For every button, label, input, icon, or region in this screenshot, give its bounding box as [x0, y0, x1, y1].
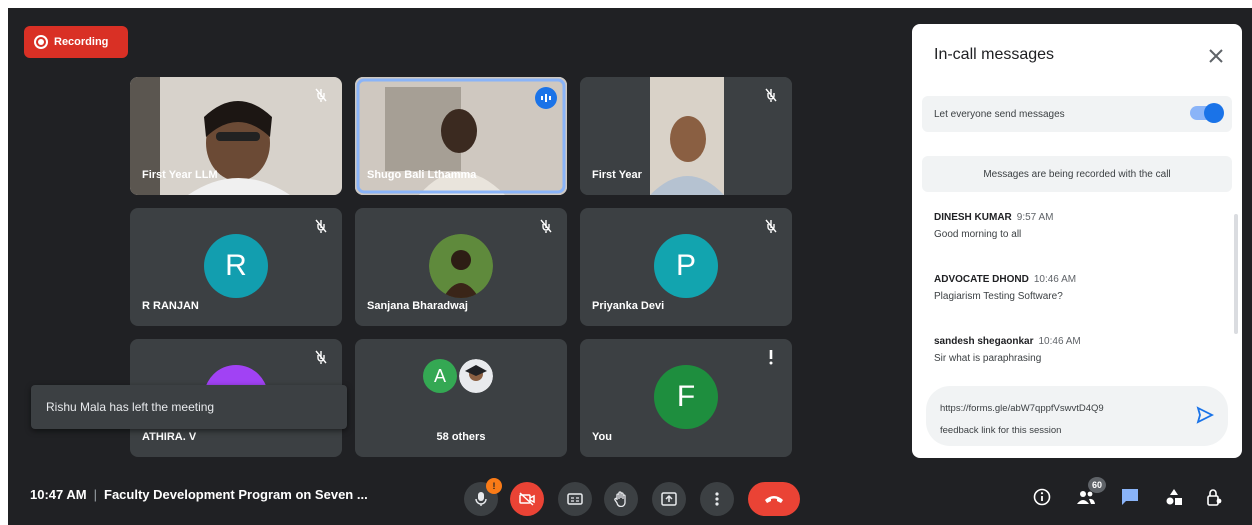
participant-tile[interactable]: P Priyanka Devi	[580, 208, 792, 326]
speaking-icon	[535, 87, 557, 109]
meet-stage: Recording First Year LLM Shugo Bali Ltha…	[8, 8, 1252, 525]
message-time: 10:46 AM	[1033, 274, 1077, 285]
lock-person-icon	[1207, 489, 1222, 506]
message-time: 9:57 AM	[1016, 212, 1054, 223]
chat-message: DINESH KUMAR 9:57 AM Good morning to all	[934, 212, 1053, 240]
chat-message: sandesh shegaonkar 10:46 AM Sir what is p…	[934, 336, 1081, 364]
camera-off-icon	[519, 492, 535, 506]
recording-notice: Messages are being recorded with the cal…	[922, 156, 1232, 192]
present-icon	[661, 492, 677, 506]
left-meeting-toast: Rishu Mala has left the meeting	[31, 385, 347, 429]
draft-line: feedback link for this session	[940, 425, 1062, 436]
avatar	[429, 234, 493, 298]
participant-tile[interactable]: Sanjana Bharadwaj	[355, 208, 567, 326]
avatar-initial: F	[676, 380, 696, 413]
participant-tile[interactable]: First Year	[580, 77, 792, 195]
chat-scrollbar[interactable]	[1234, 214, 1238, 334]
people-button[interactable]: 60	[1074, 477, 1106, 509]
chat-message: ADVOCATE DHOND 10:46 AM Plagiarism Testin…	[934, 274, 1076, 302]
hand-icon	[614, 491, 626, 507]
clock: 10:47 AM	[30, 487, 87, 502]
participant-tile[interactable]: Shugo Bali Lthamma	[355, 77, 567, 195]
message-sender: sandesh shegaonkar	[934, 336, 1034, 347]
activities-button[interactable]	[1162, 485, 1186, 509]
hang-up-icon	[765, 496, 783, 503]
captions-icon	[567, 493, 583, 505]
mic-badge: !	[486, 478, 502, 494]
more-vert-icon	[715, 492, 719, 506]
close-icon[interactable]	[1206, 46, 1226, 66]
participant-name: You	[592, 431, 612, 443]
mic-off-icon	[540, 219, 552, 233]
present-button[interactable]	[652, 482, 686, 516]
info-icon	[1033, 488, 1051, 506]
mic-icon	[475, 492, 487, 506]
others-tile[interactable]: A 58 others	[355, 339, 567, 457]
meeting-title: Faculty Development Program on Seven ...	[104, 487, 368, 502]
avatar-initial: A	[433, 365, 446, 386]
mic-off-icon	[765, 88, 777, 102]
message-input[interactable]: https://forms.gle/abW7qppfVswvtD4Q9 feed…	[926, 386, 1228, 446]
allow-messages-toggle-row: Let everyone send messages	[922, 96, 1232, 132]
participant-tile[interactable]: First Year LLM	[130, 77, 342, 195]
panel-title: In-call messages	[934, 46, 1055, 63]
avatar: A	[423, 359, 457, 393]
chat-icon	[1122, 489, 1138, 505]
meeting-details-button[interactable]	[1030, 485, 1054, 509]
participant-name: R RANJAN	[142, 300, 199, 312]
mic-off-icon	[315, 219, 327, 233]
message-text: Good morning to all	[934, 229, 1022, 240]
message-text: Sir what is paraphrasing	[934, 353, 1042, 364]
chat-panel: In-call messages Let everyone send messa…	[912, 24, 1242, 458]
meeting-info: 10:47 AM | Faculty Development Program on …	[30, 487, 368, 502]
participant-tile[interactable]: F You	[580, 339, 792, 457]
captions-button[interactable]	[558, 482, 592, 516]
message-sender: DINESH KUMAR	[934, 212, 1012, 223]
host-controls-button[interactable]	[1202, 485, 1226, 509]
draft-line: https://forms.gle/abW7qppfVswvtD4Q9	[940, 403, 1104, 414]
activities-icon	[1166, 489, 1182, 505]
mic-off-icon	[765, 219, 777, 233]
avatar	[459, 359, 493, 393]
participant-tile[interactable]: R R RANJAN	[130, 208, 342, 326]
chat-button[interactable]	[1118, 485, 1142, 509]
avatar: R	[204, 234, 268, 298]
participant-name: Shugo Bali Lthamma	[367, 169, 477, 181]
participant-name: First Year	[592, 169, 642, 181]
avatar: F	[654, 365, 718, 429]
message-text: Plagiarism Testing Software?	[934, 291, 1063, 302]
mic-off-icon	[315, 350, 327, 364]
participant-name: ATHIRA. V	[142, 431, 197, 443]
control-bar: 10:47 AM | Faculty Development Program on …	[8, 470, 1252, 525]
mic-button[interactable]: !	[464, 478, 502, 516]
alert-icon	[769, 350, 773, 365]
send-icon[interactable]	[1196, 406, 1214, 424]
record-icon	[34, 35, 48, 49]
raise-hand-button[interactable]	[604, 482, 638, 516]
more-options-button[interactable]	[700, 482, 734, 516]
recording-indicator: Recording	[24, 26, 128, 58]
toggle-label: Let everyone send messages	[934, 108, 1065, 120]
message-sender: ADVOCATE DHOND	[934, 274, 1029, 285]
recording-label: Recording	[54, 36, 109, 48]
message-time: 10:46 AM	[1038, 336, 1081, 347]
participant-name: Sanjana Bharadwaj	[367, 300, 468, 312]
participant-name: Priyanka Devi	[592, 300, 665, 312]
participant-name: 58 others	[436, 431, 486, 443]
avatar-initial: R	[225, 249, 247, 282]
camera-button[interactable]	[510, 482, 544, 516]
mic-off-icon	[315, 88, 327, 102]
participant-count: 60	[1088, 477, 1106, 493]
leave-call-button[interactable]	[748, 482, 800, 516]
avatar: P	[654, 234, 718, 298]
allow-messages-switch[interactable]	[1190, 103, 1224, 123]
participant-name: First Year LLM	[142, 169, 218, 181]
avatar-initial: P	[675, 249, 696, 282]
